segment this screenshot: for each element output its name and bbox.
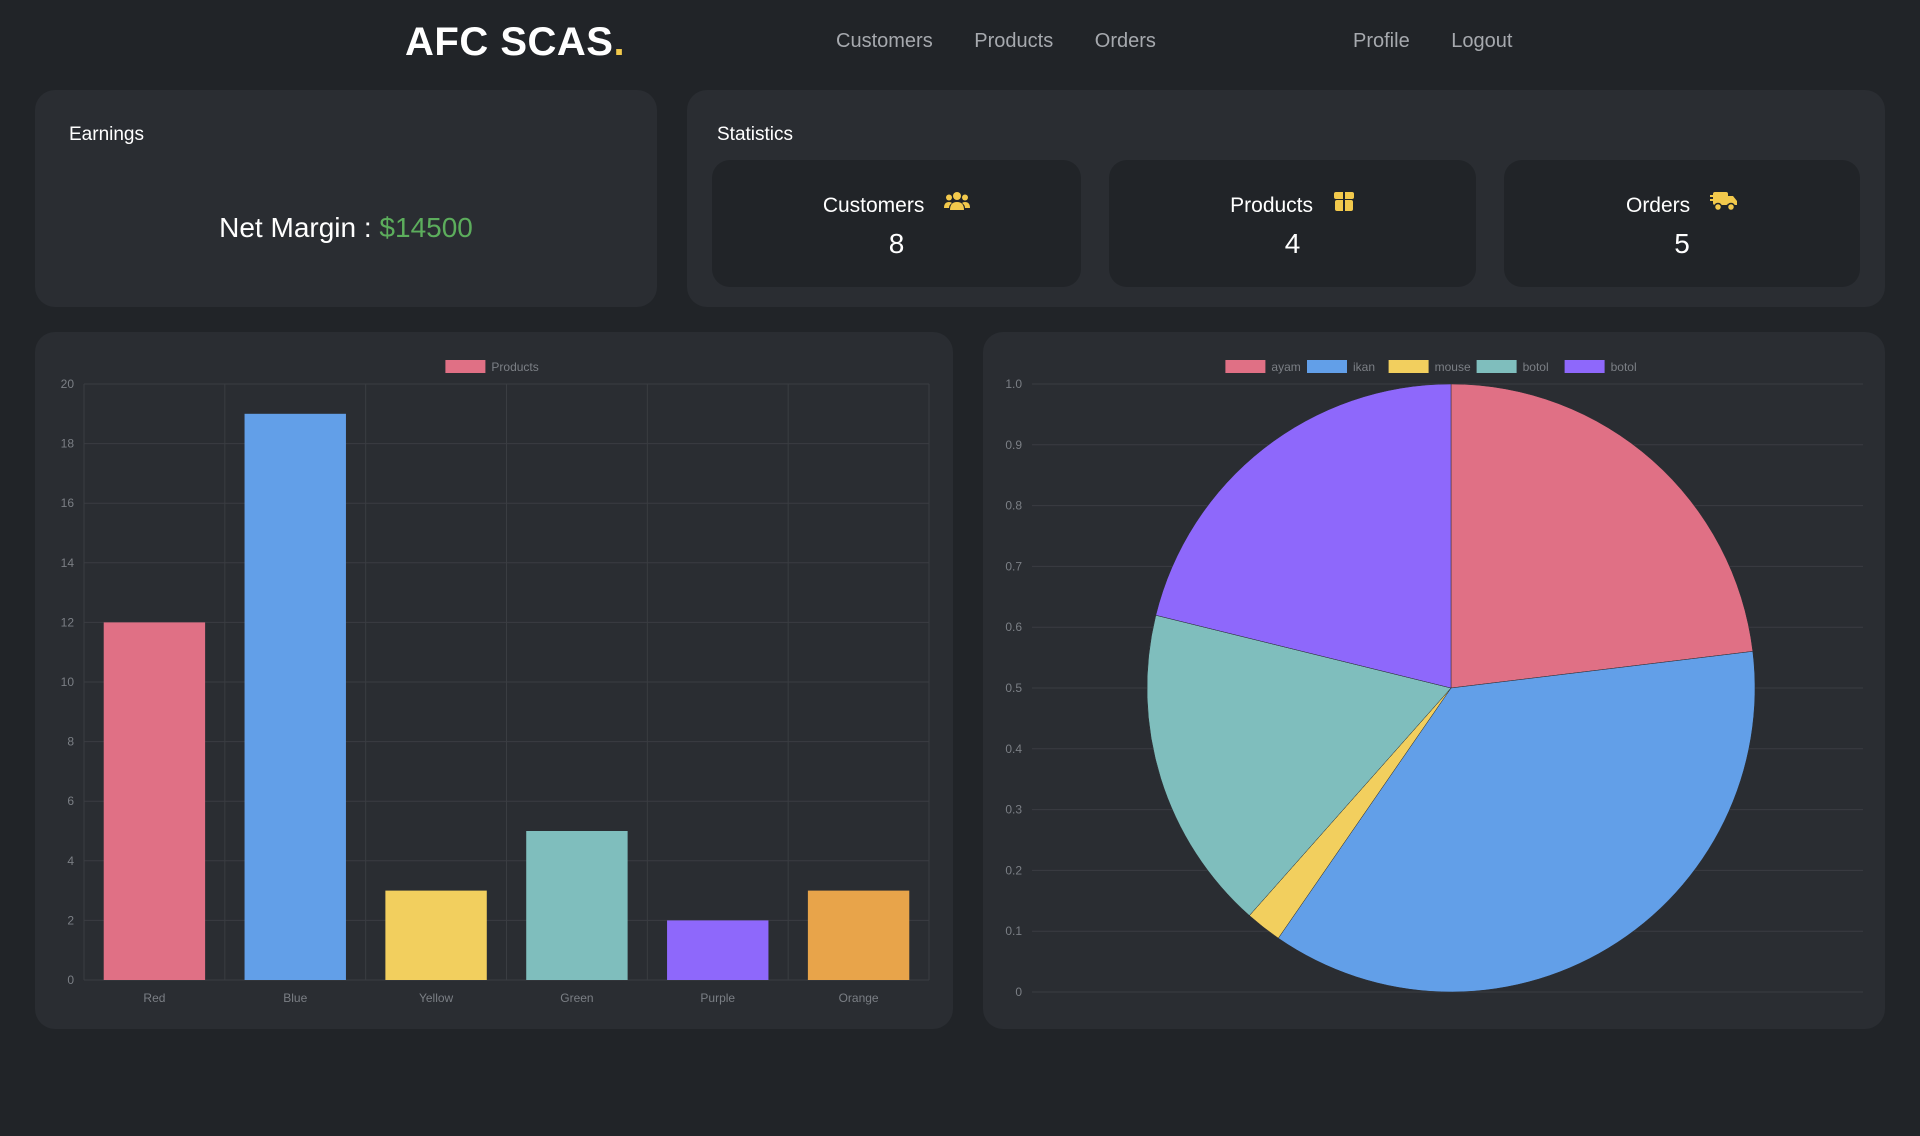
products-pie-chart: 0 0.1 0.2 0.3 0.4 0.5 0.6 0.7 0.8 0.9 1.0 ayam ikan m…: [1005, 360, 1863, 999]
products-pie-chart-card: 0 0.1 0.2 0.3 0.4 0.5 0.6 0.7 0.8 0.9 1.0 ayam ikan m…: [983, 332, 1885, 1029]
bar-blue: [244, 413, 346, 980]
pie-legend-swatch: [1307, 360, 1347, 373]
pie-legend-label: ayam: [1271, 360, 1300, 374]
stat-products: Products 4: [1109, 160, 1476, 287]
stat-customers-value: 8: [888, 228, 905, 259]
users-icon: [944, 191, 971, 217]
stat-customers: Customers 8: [712, 160, 1081, 287]
y-tick-label: 10: [61, 675, 75, 689]
pie-legend-swatch: [1476, 360, 1517, 373]
stat-products-value: 4: [1284, 228, 1301, 259]
y-tick-label: 0.4: [1005, 742, 1022, 756]
y-tick-label: 2: [67, 913, 74, 927]
y-tick-label: 0.8: [1005, 499, 1022, 513]
y-tick-label: 20: [61, 377, 75, 391]
pie-slice-ayam: [1450, 383, 1754, 689]
y-tick-label: 0.5: [1005, 681, 1022, 695]
statistics-card: Statistics Customers 8 Products 4 Orders…: [687, 90, 1885, 307]
y-tick-label: 0: [67, 973, 74, 987]
pie-legend-label: ikan: [1353, 360, 1375, 374]
y-tick-label: 14: [61, 556, 75, 570]
bar-legend-swatch: [445, 360, 486, 373]
bar-green: [526, 831, 628, 980]
y-tick-label: 16: [61, 496, 75, 510]
y-tick-label: 0.9: [1005, 438, 1022, 452]
pie-legend-swatch: [1388, 360, 1429, 373]
x-tick-label: Orange: [839, 991, 879, 1005]
y-tick-label: 12: [61, 615, 75, 629]
pie-legend-label: mouse: [1435, 360, 1471, 374]
y-tick-label: 0: [1015, 985, 1022, 999]
brand-dot: .: [613, 20, 626, 64]
pie-legend-label: botol: [1523, 360, 1549, 374]
net-margin-label: Net Margin :: [219, 212, 380, 243]
stat-products-label: Products: [1230, 194, 1314, 217]
bar-red: [103, 622, 206, 980]
nav-orders-link[interactable]: Orders: [1095, 30, 1156, 52]
statistics-title: Statistics: [717, 124, 794, 145]
nav-products-link[interactable]: Products: [974, 30, 1053, 52]
nav-profile-link[interactable]: Profile: [1353, 30, 1410, 52]
net-margin-value: $14500: [379, 212, 473, 243]
y-tick-label: 0.1: [1005, 924, 1022, 938]
x-tick-label: Green: [560, 991, 593, 1005]
x-tick-label: Blue: [283, 991, 307, 1005]
pie-legend-swatch: [1564, 360, 1605, 373]
y-tick-label: 0.2: [1005, 863, 1022, 877]
y-tick-label: 4: [67, 854, 74, 868]
earnings-card: Earnings Net Margin : $14500: [35, 90, 657, 307]
y-tick-label: 8: [67, 735, 74, 749]
pie-legend-swatch: [1225, 360, 1266, 373]
bar-orange: [807, 890, 910, 980]
bar-purple: [667, 920, 769, 980]
earnings-title: Earnings: [69, 124, 144, 145]
bar-yellow: [385, 890, 487, 980]
stat-orders: Orders 5: [1504, 160, 1860, 287]
net-margin: Net Margin : $14500: [35, 212, 657, 244]
main-nav: Customers Products Orders: [836, 30, 1192, 53]
y-tick-label: 18: [61, 437, 75, 451]
nav-customers-link[interactable]: Customers: [836, 30, 933, 52]
y-tick-label: 0.3: [1005, 803, 1022, 817]
stat-orders-label: Orders: [1625, 194, 1691, 217]
products-bar-chart-card: 0 2 4 6 8 10 12 14 16 18 20 Red Blue Yellow Green Purpl…: [35, 332, 953, 1029]
stat-orders-value: 5: [1674, 228, 1690, 259]
y-tick-label: 6: [67, 794, 74, 808]
x-tick-label: Yellow: [419, 991, 454, 1005]
brand-name: AFC SCAS: [405, 20, 614, 64]
bar-legend-label: Products: [491, 360, 538, 374]
pie-legend-label: botol: [1611, 360, 1637, 374]
y-tick-label: 0.7: [1005, 559, 1022, 573]
x-tick-label: Red: [143, 991, 165, 1005]
stat-customers-label: Customers: [822, 194, 925, 217]
x-tick-label: Purple: [700, 991, 735, 1005]
user-nav: Profile Logout: [1353, 30, 1548, 53]
y-tick-label: 1.0: [1005, 377, 1022, 391]
box-icon: [1333, 190, 1355, 218]
brand-logo[interactable]: AFC SCAS.: [405, 20, 625, 65]
products-bar-chart: 0 2 4 6 8 10 12 14 16 18 20 Red Blue Yellow Green Purpl…: [61, 360, 930, 1005]
truck-icon: [1710, 190, 1738, 218]
y-tick-label: 0.6: [1005, 620, 1022, 634]
nav-logout-link[interactable]: Logout: [1451, 30, 1512, 52]
